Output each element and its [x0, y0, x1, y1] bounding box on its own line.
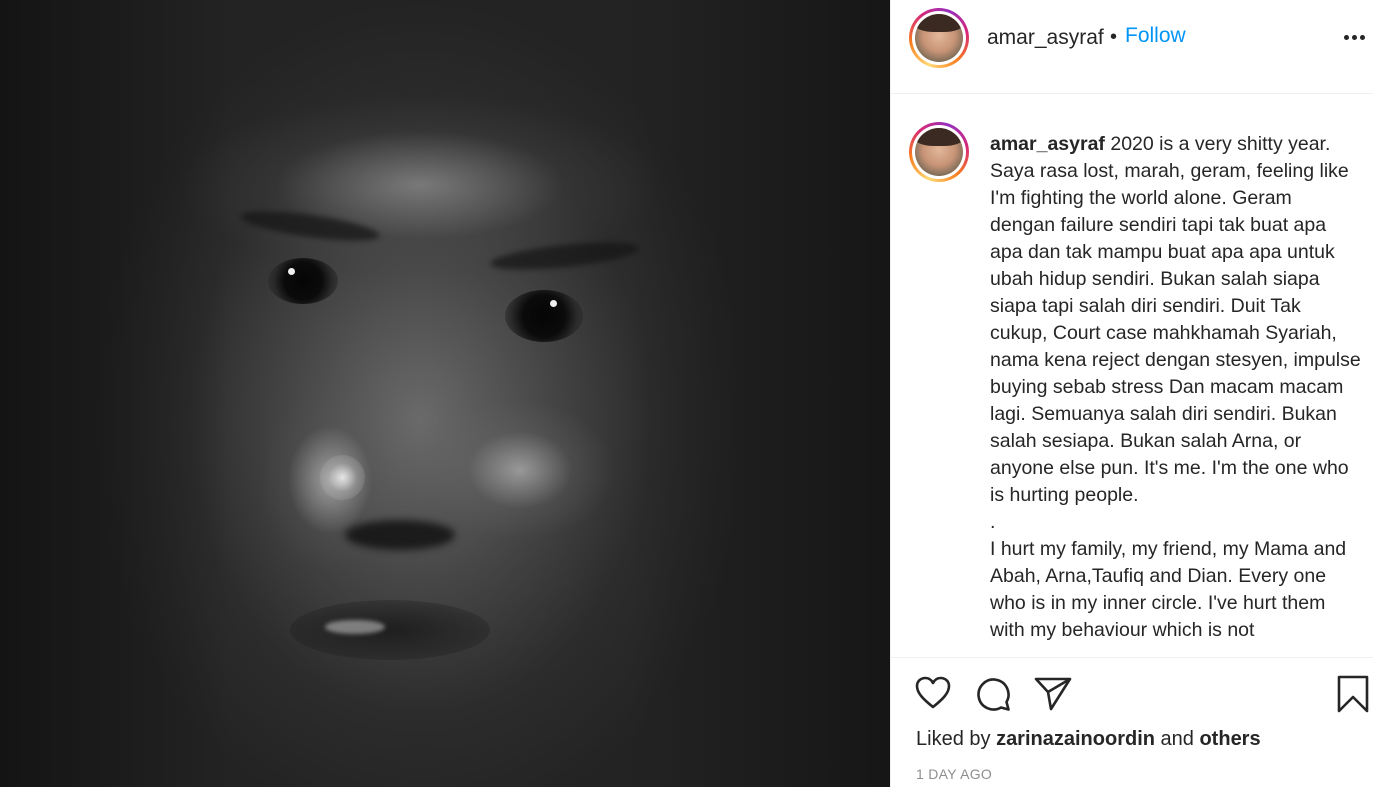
comment-icon[interactable] — [975, 676, 1011, 712]
caption-area: amar_asyraf 2020 is a very shitty year. … — [891, 95, 1373, 657]
photo-brow-left — [239, 205, 381, 247]
post-container: amar_asyraf • Follow amar_asyraf 2020 is… — [0, 0, 1373, 787]
caption-avatar[interactable] — [909, 122, 969, 182]
post-photo[interactable] — [0, 0, 890, 787]
paper-plane-icon[interactable] — [1034, 676, 1072, 712]
caption-paragraph: amar_asyraf 2020 is a very shitty year. … — [990, 133, 1361, 506]
post-side-panel: amar_asyraf • Follow amar_asyraf 2020 is… — [890, 0, 1373, 787]
photo-nose-highlight — [320, 455, 365, 500]
caption-paragraph: I hurt my family, my friend, my Mama and… — [990, 538, 1347, 641]
photo-brow-right — [489, 237, 641, 275]
header-username[interactable]: amar_asyraf — [987, 26, 1104, 50]
more-options-icon[interactable] — [1339, 22, 1369, 52]
follow-button[interactable]: Follow — [1125, 24, 1186, 48]
post-header: amar_asyraf • Follow — [891, 0, 1373, 94]
avatar-image — [915, 128, 963, 176]
liked-by-user-link[interactable]: zarinazainoordin — [996, 728, 1155, 750]
post-timestamp[interactable]: 1 DAY AGO — [916, 766, 992, 782]
photo-shadow-right — [630, 0, 890, 787]
liked-by-others-link[interactable]: others — [1199, 728, 1260, 750]
photo-nostril-shadow — [345, 520, 455, 550]
avatar[interactable] — [909, 8, 969, 68]
caption-username[interactable]: amar_asyraf — [990, 133, 1105, 155]
photo-shadow-left — [0, 0, 230, 787]
header-separator: • — [1110, 26, 1118, 48]
photo-eye-left — [268, 258, 338, 304]
caption-text: amar_asyraf 2020 is a very shitty year. … — [990, 131, 1362, 644]
heart-icon[interactable] — [915, 676, 951, 710]
photo-eye-glint — [550, 300, 557, 307]
photo-eye-right — [505, 290, 583, 342]
caption-paragraph: . — [990, 511, 996, 533]
post-actions-footer: Liked by zarinazainoordin and others 1 D… — [891, 657, 1373, 787]
likes-summary: Liked by zarinazainoordin and others — [916, 728, 1261, 750]
bookmark-icon[interactable] — [1337, 675, 1369, 713]
photo-lip-highlight — [325, 620, 385, 634]
avatar-image — [915, 14, 963, 62]
photo-lips — [290, 600, 490, 660]
photo-eye-glint — [288, 268, 295, 275]
